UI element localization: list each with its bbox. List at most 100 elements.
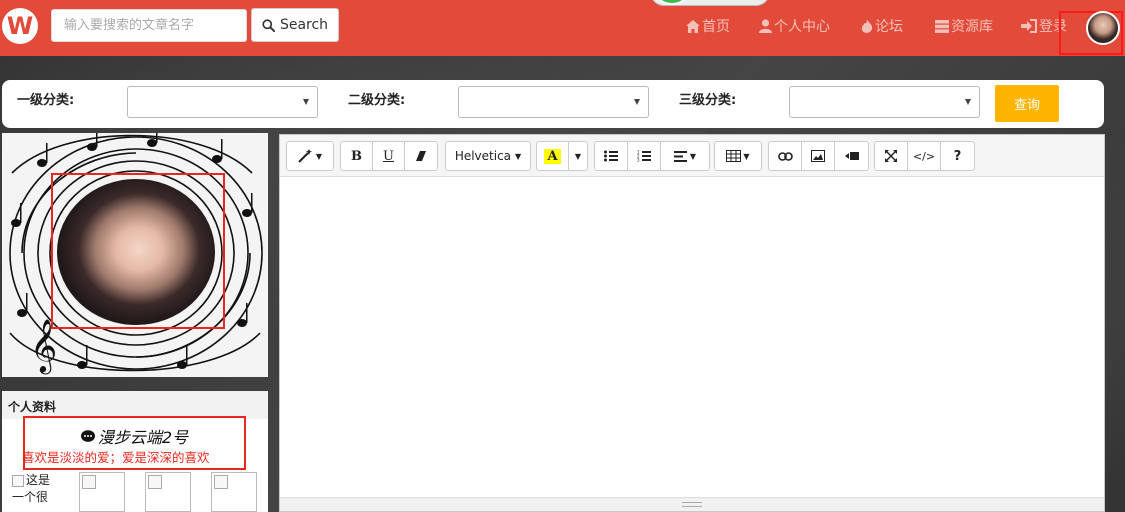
broken-image-alt-line1: 这是 [26, 473, 51, 487]
avatar-highlight [1059, 11, 1123, 55]
broken-image-icon [12, 474, 24, 487]
category-level3-select[interactable] [789, 86, 980, 118]
code-view-button[interactable]: </> [908, 142, 941, 170]
caret-down-icon: ▼ [743, 151, 750, 161]
chevron-down-icon [965, 99, 971, 105]
profile-bio: 喜欢是淡淡的爱；爱是深深的喜欢 [22, 450, 210, 465]
link-icon [777, 151, 793, 161]
style-dropdown-button[interactable]: ▼ [287, 142, 333, 170]
query-button[interactable]: 查询 [995, 85, 1059, 122]
category-filter-bar: 一级分类: 二级分类: 三级分类: 查询 [2, 80, 1104, 128]
broken-image-icon [214, 475, 228, 489]
broken-image-icon [82, 475, 96, 489]
nav-item-forum-label: 论坛 [875, 19, 903, 35]
search-field[interactable] [64, 18, 234, 33]
editor-resize-handle[interactable] [280, 497, 1104, 511]
database-icon [935, 19, 949, 33]
home-icon [686, 19, 700, 33]
caret-down-icon: ▼ [315, 151, 323, 161]
profile-name: 漫步云端2号 [97, 428, 189, 447]
video-icon [844, 152, 859, 160]
font-name-dropdown[interactable]: Helvetica ▼ [446, 142, 530, 170]
chevron-down-icon [303, 99, 309, 105]
nav-item-resources[interactable]: 资源库 [935, 15, 993, 37]
category-level1-select[interactable] [127, 86, 318, 118]
align-left-icon [673, 150, 687, 162]
fullscreen-button[interactable] [875, 142, 908, 170]
profile-photo-highlight [51, 173, 225, 329]
toolbar-group-view: </> ? [874, 141, 975, 171]
search-button[interactable]: Search [251, 8, 339, 42]
rich-text-editor: ▼ B U Helvetica ▼ A ▼ 1 2 3 ▼ ▼ </> ? [279, 134, 1105, 512]
unordered-list-button[interactable] [595, 142, 628, 170]
profile-banner: 𝄞 [2, 133, 268, 377]
help-button[interactable]: ? [941, 142, 974, 170]
text-color-button[interactable]: A [537, 142, 569, 170]
font-name-label: Helvetica [454, 149, 512, 163]
category-level2-label: 二级分类: [348, 93, 406, 108]
broken-image-icon [148, 475, 162, 489]
paragraph-align-dropdown[interactable]: ▼ [661, 142, 709, 170]
toolbar-group-table: ▼ [714, 141, 762, 171]
category-level1-label: 一级分类: [17, 93, 75, 108]
toolbar-group-insert [768, 141, 869, 171]
caret-down-icon: ▼ [515, 151, 522, 161]
toolbar-group-font: B U [340, 141, 438, 171]
nav-item-user-center-label: 个人中心 [774, 19, 830, 35]
bullet-list-icon [604, 150, 618, 162]
svg-text:3: 3 [637, 158, 640, 163]
gallery-thumbnail[interactable] [211, 472, 257, 512]
nav-item-user-center[interactable]: 个人中心 [759, 15, 830, 37]
profile-photo [57, 179, 215, 325]
top-navbar: W Search 首页 个人中心 论坛 资源库 登录 [0, 0, 1125, 56]
table-icon [726, 150, 742, 162]
toolbar-group-para: 123 ▼ [594, 141, 710, 171]
profile-header: 个人资料 [2, 391, 268, 419]
clear-format-button[interactable] [405, 142, 437, 170]
editor-toolbar: ▼ B U Helvetica ▼ A ▼ 1 2 3 ▼ ▼ </> ? [280, 135, 1104, 177]
toggle-knob [655, 0, 689, 5]
user-avatar[interactable] [1086, 11, 1120, 45]
toolbar-group-color: A ▼ [536, 141, 588, 171]
gallery-thumbnail[interactable] [79, 472, 125, 512]
color-dropdown-button[interactable]: ▼ [569, 142, 587, 170]
insert-link-button[interactable] [769, 142, 802, 170]
login-icon [1021, 19, 1037, 33]
grip-icon [682, 502, 702, 507]
ordered-list-button[interactable]: 123 [628, 142, 661, 170]
chevron-down-icon [634, 99, 640, 105]
broken-image-alt-line2: 一个很 [12, 490, 49, 504]
editor-content-area[interactable] [280, 177, 1104, 497]
broken-image-alt: 这是 一个很 [12, 472, 60, 506]
category-level2-select[interactable] [458, 86, 649, 118]
image-icon [811, 150, 825, 162]
profile-info-panel: 个人资料 漫步云端2号 喜欢是淡淡的爱；爱是深深的喜欢 这是 一个很 [2, 391, 268, 512]
category-level3-label: 三级分类: [679, 93, 737, 108]
fullscreen-icon [885, 150, 897, 162]
chat-bubble-icon [80, 429, 95, 442]
magic-wand-icon [298, 149, 312, 163]
profile-name-row: 漫步云端2号 [25, 424, 244, 448]
eraser-icon [416, 151, 426, 161]
profile-summary-highlight: 漫步云端2号 喜欢是淡淡的爱；爱是深深的喜欢 [22, 416, 246, 470]
search-button-label: Search [279, 17, 329, 33]
nav-item-resources-label: 资源库 [951, 19, 993, 35]
fire-icon [861, 19, 873, 33]
insert-video-button[interactable] [835, 142, 868, 170]
underline-button[interactable]: U [373, 142, 405, 170]
toolbar-group-style: ▼ [286, 141, 334, 171]
site-logo[interactable]: W [2, 8, 38, 44]
text-color-icon: A [544, 148, 561, 164]
nav-item-home[interactable]: 首页 [686, 15, 730, 37]
toolbar-group-fontname: Helvetica ▼ [445, 141, 531, 171]
search-icon [262, 18, 275, 32]
gallery-thumbnail[interactable] [145, 472, 191, 512]
nav-item-forum[interactable]: 论坛 [861, 15, 903, 37]
insert-image-button[interactable] [802, 142, 835, 170]
search-input[interactable] [51, 9, 247, 42]
numbered-list-icon: 123 [637, 150, 651, 162]
table-dropdown-button[interactable]: ▼ [715, 142, 761, 170]
bold-button[interactable]: B [341, 142, 373, 170]
toggle-switch[interactable] [650, 0, 770, 6]
nav-item-home-label: 首页 [702, 19, 730, 35]
